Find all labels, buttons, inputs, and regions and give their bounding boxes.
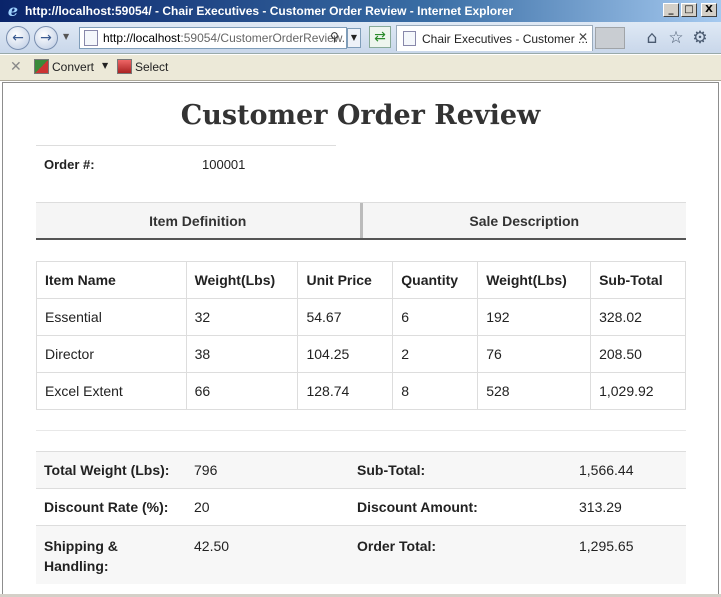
refresh-icon[interactable]: ⇄ [369, 26, 391, 48]
column-header: Sub-Total [590, 261, 686, 299]
total-weight-value: 796 [186, 451, 349, 489]
column-header: Quantity [392, 261, 479, 299]
browser-tab[interactable]: Chair Executives - Customer ... ✕ [396, 25, 593, 51]
table-cell: Excel Extent [36, 372, 187, 410]
column-header: Weight(Lbs) [477, 261, 592, 299]
home-icon[interactable]: ⌂ [642, 28, 662, 48]
table-cell: 328.02 [590, 298, 686, 336]
discount-rate-label: Discount Rate (%): [36, 488, 186, 526]
items-table: Item Name Weight(Lbs) Unit Price Quantit… [36, 261, 686, 410]
address-dropdown-icon[interactable]: ▼ [347, 28, 361, 48]
gear-icon[interactable]: ⚙ [690, 28, 710, 48]
close-toolbar-icon[interactable]: ✕ [10, 59, 22, 75]
ie-logo-icon: e [7, 1, 19, 20]
summary-row: Discount Rate (%): 20 Discount Amount: 3… [36, 488, 686, 526]
tab-sale-description[interactable]: Sale Description [363, 203, 687, 238]
table-cell: 1,029.92 [590, 372, 686, 410]
close-tab-icon[interactable]: ✕ [578, 30, 588, 44]
new-tab-button[interactable] [595, 27, 625, 49]
table-cell: 2 [392, 335, 479, 373]
window-controls: _ □ X [663, 3, 717, 17]
summary-row: Shipping & Handling: 42.50 Order Total: … [36, 525, 686, 584]
table-row: Essential 32 54.67 6 192 328.02 [36, 298, 686, 336]
convert-button[interactable]: Convert [34, 59, 94, 74]
command-bar: ✕ Convert ▼ Select [0, 55, 721, 81]
minimize-button[interactable]: _ [663, 3, 679, 17]
table-cell: 54.67 [297, 298, 394, 336]
order-summary-table: Total Weight (Lbs): 796 Sub-Total: 1,566… [36, 451, 686, 584]
tab-item-definition[interactable]: Item Definition [36, 203, 363, 238]
select-label: Select [135, 59, 169, 74]
table-cell: 8 [392, 372, 479, 410]
table-cell: Director [36, 335, 187, 373]
back-button[interactable]: ← [6, 26, 30, 50]
order-total-value: 1,295.65 [571, 525, 686, 584]
address-host: http://localhost [103, 31, 181, 45]
table-cell: 528 [477, 372, 592, 410]
shipping-label: Shipping & Handling: [36, 525, 186, 584]
section-tabs: Item Definition Sale Description [36, 202, 686, 240]
order-total-label: Order Total: [349, 525, 571, 584]
column-header: Unit Price [297, 261, 394, 299]
table-cell: 128.74 [297, 372, 394, 410]
favorites-star-icon[interactable]: ☆ [666, 28, 686, 48]
table-cell: 104.25 [297, 335, 394, 373]
maximize-button[interactable]: □ [681, 3, 697, 17]
close-window-button[interactable]: X [701, 3, 717, 17]
table-cell: 6 [392, 298, 479, 336]
discount-amount-label: Discount Amount: [349, 488, 571, 526]
select-icon [117, 59, 132, 74]
subtotal-label: Sub-Total: [349, 451, 571, 489]
convert-dropdown-icon[interactable]: ▼ [102, 61, 108, 70]
convert-label: Convert [52, 59, 95, 74]
shipping-value: 42.50 [186, 525, 349, 584]
table-cell: 76 [477, 335, 592, 373]
table-cell: 38 [185, 335, 299, 373]
order-divider [36, 145, 336, 146]
discount-rate-value: 20 [186, 488, 349, 526]
order-number-value: 100001 [202, 157, 246, 172]
order-number-label: Order #: [44, 157, 95, 172]
window-title: http://localhost:59054/ - Chair Executiv… [25, 4, 514, 18]
navigation-bar: ← → ▼ http://localhost:59054/CustomerOrd… [0, 22, 721, 54]
table-row: Director 38 104.25 2 76 208.50 [36, 335, 686, 373]
select-button[interactable]: Select [117, 59, 168, 74]
page-icon [84, 30, 98, 46]
address-path: :59054/CustomerOrderReview. [180, 31, 346, 45]
page-title: Customer Order Review [180, 100, 541, 131]
subtotal-value: 1,566.44 [571, 451, 686, 489]
table-cell: 192 [477, 298, 592, 336]
table-cell: 32 [185, 298, 299, 336]
table-row: Excel Extent 66 128.74 8 528 1,029.92 [36, 372, 686, 410]
table-cell: 66 [185, 372, 299, 410]
discount-amount-value: 313.29 [571, 488, 686, 526]
window-titlebar: e http://localhost:59054/ - Chair Execut… [0, 0, 721, 22]
table-cell: 208.50 [590, 335, 686, 373]
table-cell: Essential [36, 298, 187, 336]
forward-button[interactable]: → [34, 26, 58, 50]
address-bar[interactable]: http://localhost:59054/CustomerOrderRevi… [79, 27, 347, 49]
summary-row: Total Weight (Lbs): 796 Sub-Total: 1,566… [36, 451, 686, 489]
tab-title: Chair Executives - Customer ... [422, 31, 589, 46]
total-weight-label: Total Weight (Lbs): [36, 451, 186, 489]
history-dropdown-icon[interactable]: ▼ [63, 32, 69, 41]
section-divider [36, 430, 686, 431]
table-header-row: Item Name Weight(Lbs) Unit Price Quantit… [36, 261, 686, 299]
column-header: Weight(Lbs) [185, 261, 299, 299]
column-header: Item Name [36, 261, 187, 299]
convert-icon [34, 59, 49, 74]
tab-page-icon [403, 31, 416, 46]
search-icon[interactable]: ⚲ [330, 30, 339, 44]
